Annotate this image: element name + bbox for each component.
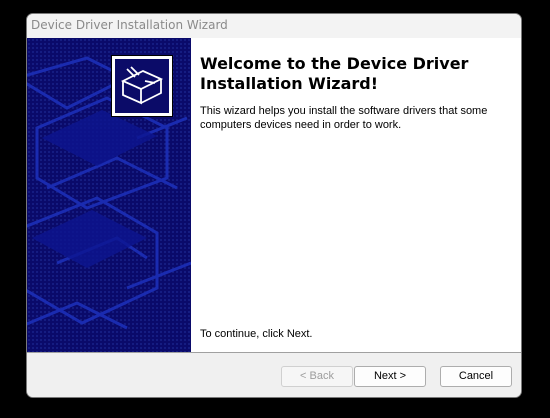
continue-instruction: To continue, click Next. [200,328,313,340]
button-bar: < Back Next > Cancel [27,353,521,397]
install-box-icon [111,55,173,117]
wizard-banner [27,38,191,352]
wizard-content: Welcome to the Device Driver Installatio… [27,38,521,352]
cancel-button[interactable]: Cancel [440,366,512,387]
back-button[interactable]: < Back [281,366,353,387]
next-button[interactable]: Next > [354,366,426,387]
welcome-description: This wizard helps you install the softwa… [200,105,488,131]
title-bar[interactable]: Device Driver Installation Wizard [27,14,521,38]
wizard-dialog: Device Driver Installation Wizard Welcom… [26,13,522,398]
window-title: Device Driver Installation Wizard [31,18,228,32]
welcome-heading: Welcome to the Device Driver Installatio… [200,54,469,93]
